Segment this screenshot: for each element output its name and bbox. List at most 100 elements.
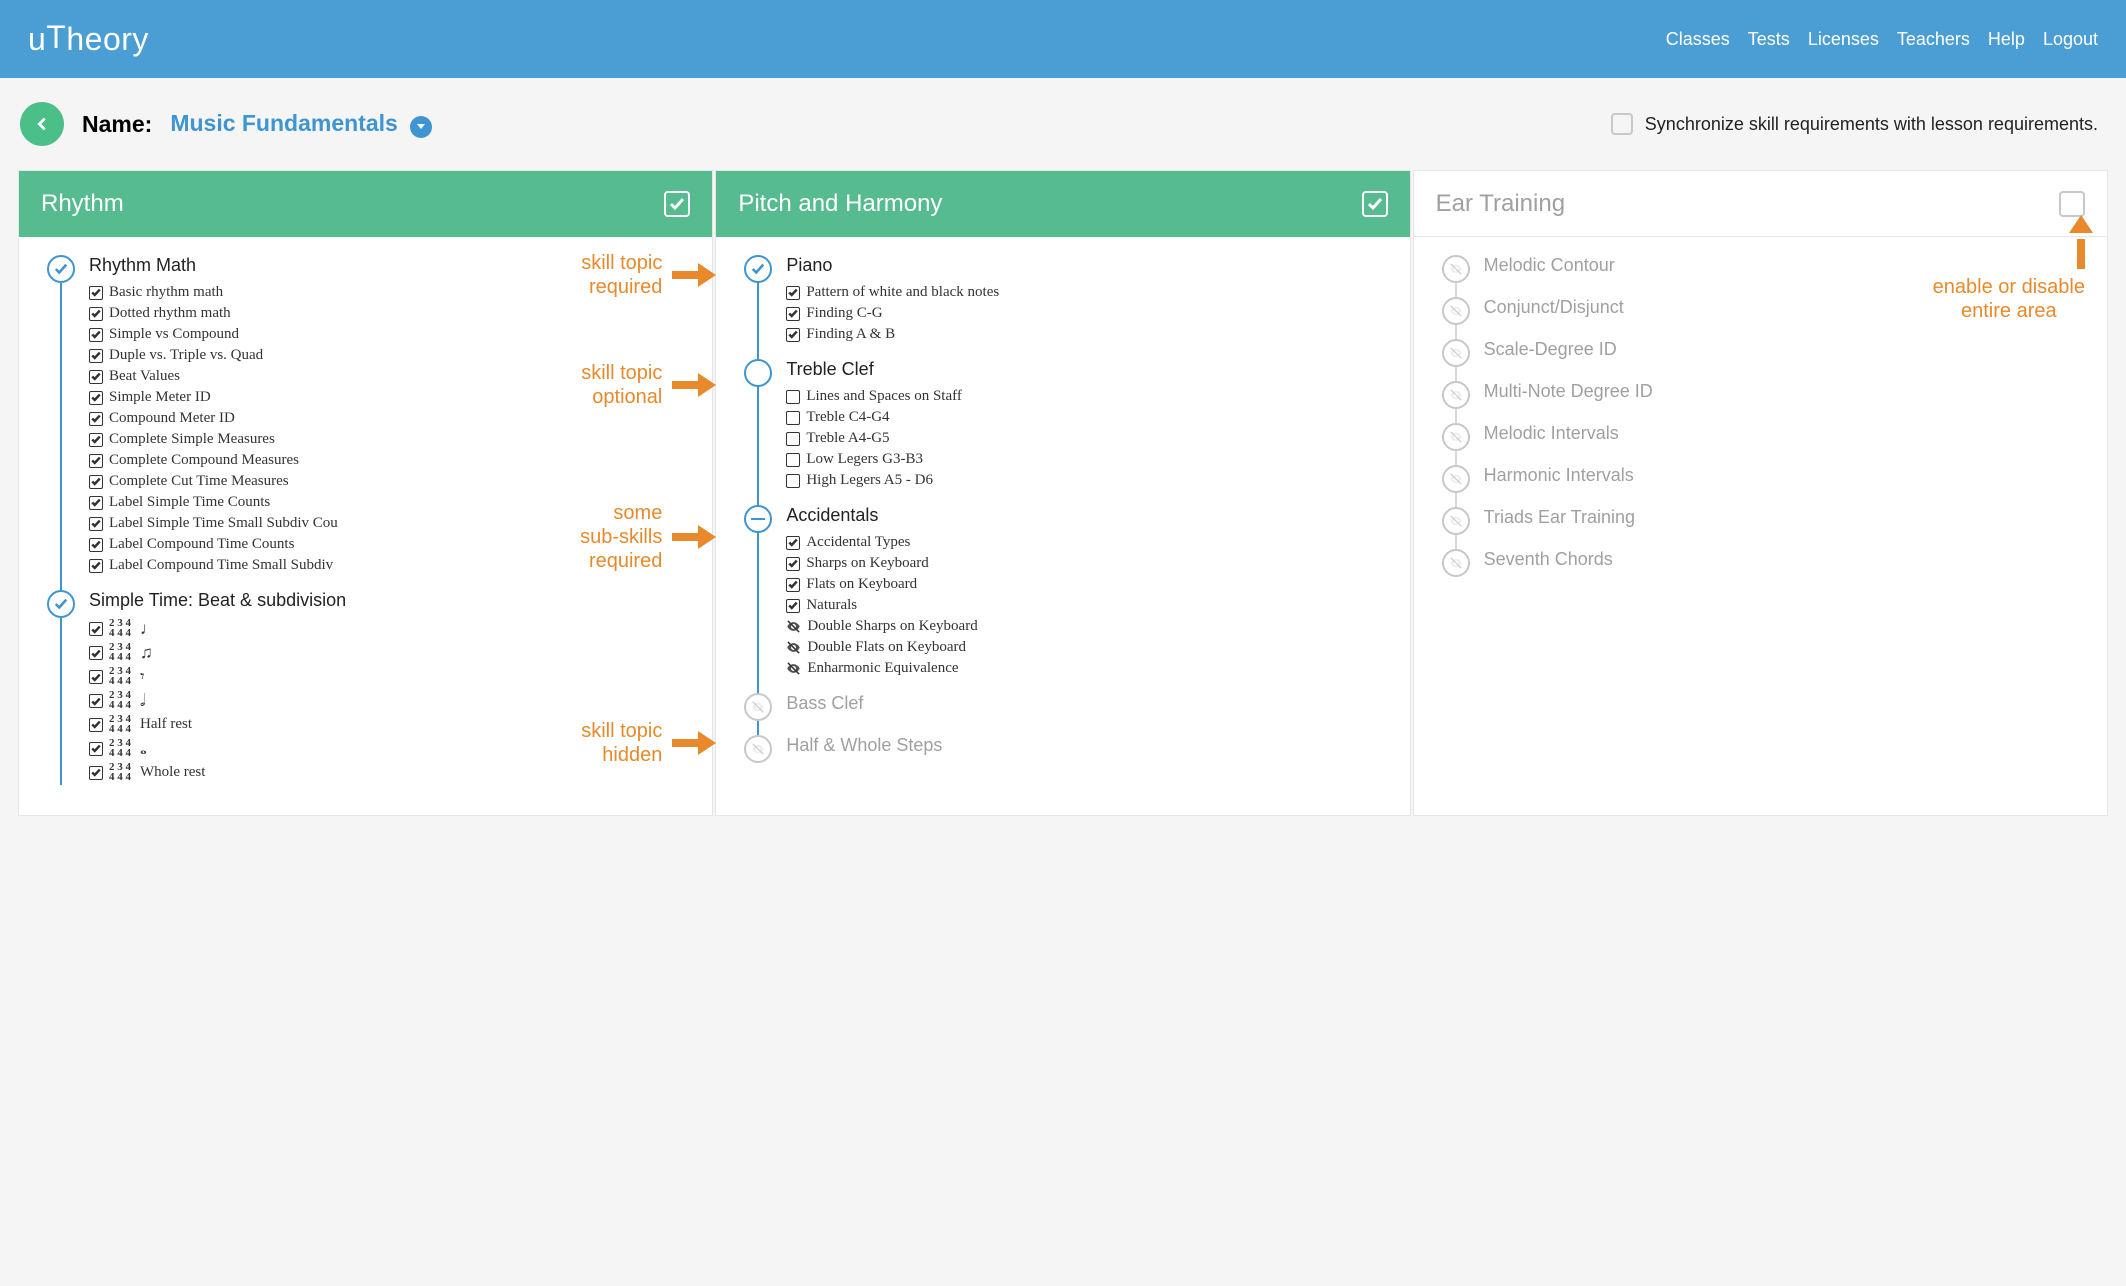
topic-content: Simple Time: Beat & subdivision 2 3 44 4 … — [89, 590, 698, 785]
skill-checkbox[interactable] — [89, 646, 103, 660]
topic-title[interactable]: Multi-Note Degree ID — [1484, 381, 2093, 402]
topic-content: Scale-Degree ID — [1484, 339, 2093, 367]
skill-checkbox[interactable] — [89, 454, 103, 468]
topic-marker-hidden[interactable] — [1442, 549, 1470, 577]
sync-checkbox[interactable] — [1611, 113, 1633, 135]
skill-checkbox[interactable] — [89, 766, 103, 780]
skill-item: Compound Meter ID — [89, 408, 698, 429]
skill-checkbox[interactable] — [89, 496, 103, 510]
skill-label: High Legers A5 - D6 — [806, 472, 933, 489]
topic-title[interactable]: Piano — [786, 255, 1395, 276]
nav-licenses[interactable]: Licenses — [1808, 29, 1879, 50]
skill-checkbox[interactable] — [89, 559, 103, 573]
skill-item: Dotted rhythm math — [89, 303, 698, 324]
skill-checkbox[interactable] — [786, 286, 800, 300]
topic-marker-hidden[interactable] — [1442, 297, 1470, 325]
topic-title[interactable]: Harmonic Intervals — [1484, 465, 2093, 486]
topic: Melodic Intervals — [1414, 419, 2107, 461]
skill-checkbox[interactable] — [89, 670, 103, 684]
topic-marker-required[interactable] — [744, 255, 772, 283]
nav-help[interactable]: Help — [1988, 29, 2025, 50]
class-name[interactable]: Music Fundamentals — [170, 110, 397, 136]
topic-title[interactable]: Half & Whole Steps — [786, 735, 1395, 756]
topic-marker-required[interactable] — [47, 255, 75, 283]
topic-marker-hidden[interactable] — [744, 693, 772, 721]
area-toggle-pitch[interactable] — [1362, 191, 1388, 217]
skill-item: 2 3 44 4 4𝅝 — [89, 737, 698, 761]
skill-item: 2 3 44 4 4♫ — [89, 641, 698, 665]
topic-marker-hidden[interactable] — [744, 735, 772, 763]
skill-checkbox[interactable] — [89, 694, 103, 708]
topic-title[interactable]: Rhythm Math — [89, 255, 698, 276]
topic-marker-hidden[interactable] — [1442, 423, 1470, 451]
skill-checkbox[interactable] — [89, 286, 103, 300]
topic-title[interactable]: Triads Ear Training — [1484, 507, 2093, 528]
skill-label: Low Legers G3-B3 — [806, 451, 923, 468]
skill-checkbox[interactable] — [89, 433, 103, 447]
topic-marker-partial[interactable] — [744, 505, 772, 533]
nav-logout[interactable]: Logout — [2043, 29, 2098, 50]
skill-checkbox[interactable] — [89, 349, 103, 363]
topic-marker-hidden[interactable] — [1442, 507, 1470, 535]
topic-title[interactable]: Bass Clef — [786, 693, 1395, 714]
skill-checkbox[interactable] — [786, 536, 800, 550]
skill-hidden-icon[interactable] — [786, 661, 801, 676]
skill-checkbox[interactable] — [89, 622, 103, 636]
skill-hidden-icon[interactable] — [786, 619, 801, 634]
skill-checkbox[interactable] — [786, 599, 800, 613]
skill-checkbox[interactable] — [89, 307, 103, 321]
skill-checkbox[interactable] — [786, 432, 800, 446]
topic-title[interactable]: Melodic Intervals — [1484, 423, 2093, 444]
skill-checkbox[interactable] — [89, 475, 103, 489]
skill-label: Double Flats on Keyboard — [807, 639, 966, 656]
topic-title[interactable]: Simple Time: Beat & subdivision — [89, 590, 698, 611]
topic-title[interactable]: Melodic Contour — [1484, 255, 2093, 276]
skill-checkbox[interactable] — [786, 453, 800, 467]
skill-checkbox[interactable] — [89, 538, 103, 552]
topic-marker-hidden[interactable] — [1442, 339, 1470, 367]
skill-label: Dotted rhythm math — [109, 305, 231, 322]
topic-title[interactable]: Conjunct/Disjunct — [1484, 297, 2093, 318]
class-dropdown-button[interactable] — [410, 116, 432, 138]
nav-teachers[interactable]: Teachers — [1897, 29, 1970, 50]
skill-item: Treble C4-G4 — [786, 407, 1395, 428]
back-button[interactable] — [20, 102, 64, 146]
skill-checkbox[interactable] — [89, 718, 103, 732]
skill-hidden-icon[interactable] — [786, 640, 801, 655]
skill-checkbox[interactable] — [786, 474, 800, 488]
topic-marker-hidden[interactable] — [1442, 465, 1470, 493]
topic-title[interactable]: Accidentals — [786, 505, 1395, 526]
skill-checkbox[interactable] — [89, 517, 103, 531]
skill-checkbox[interactable] — [89, 391, 103, 405]
topic: PianoPattern of white and black notesFin… — [716, 251, 1409, 355]
skill-checkbox[interactable] — [786, 411, 800, 425]
area-toggle-ear[interactable] — [2059, 191, 2085, 217]
skill-item: Treble A4-G5 — [786, 428, 1395, 449]
skill-checkbox[interactable] — [786, 390, 800, 404]
skill-checkbox[interactable] — [786, 557, 800, 571]
skill-checkbox[interactable] — [89, 742, 103, 756]
skill-item: Simple Meter ID — [89, 387, 698, 408]
skill-item: Lines and Spaces on Staff — [786, 386, 1395, 407]
topic-marker-required[interactable] — [47, 590, 75, 618]
check-icon — [1367, 197, 1383, 211]
time-signature-icon: 2 3 44 4 4 — [109, 715, 131, 735]
skill-checkbox[interactable] — [786, 578, 800, 592]
skill-checkbox[interactable] — [786, 328, 800, 342]
skill-item: Complete Simple Measures — [89, 429, 698, 450]
topic-marker-hidden[interactable] — [1442, 255, 1470, 283]
topic-title[interactable]: Scale-Degree ID — [1484, 339, 2093, 360]
nav-classes[interactable]: Classes — [1666, 29, 1730, 50]
skill-checkbox[interactable] — [89, 328, 103, 342]
skill-checkbox[interactable] — [89, 412, 103, 426]
area-toggle-rhythm[interactable] — [664, 191, 690, 217]
skill-checkbox[interactable] — [89, 370, 103, 384]
topic-title[interactable]: Treble Clef — [786, 359, 1395, 380]
skill-label: Treble C4-G4 — [806, 409, 889, 426]
topic-title[interactable]: Seventh Chords — [1484, 549, 2093, 570]
topic-marker-hidden[interactable] — [1442, 381, 1470, 409]
topic: Rhythm MathBasic rhythm mathDotted rhyth… — [19, 251, 712, 586]
topic-marker-optional[interactable] — [744, 359, 772, 387]
skill-checkbox[interactable] — [786, 307, 800, 321]
nav-tests[interactable]: Tests — [1748, 29, 1790, 50]
